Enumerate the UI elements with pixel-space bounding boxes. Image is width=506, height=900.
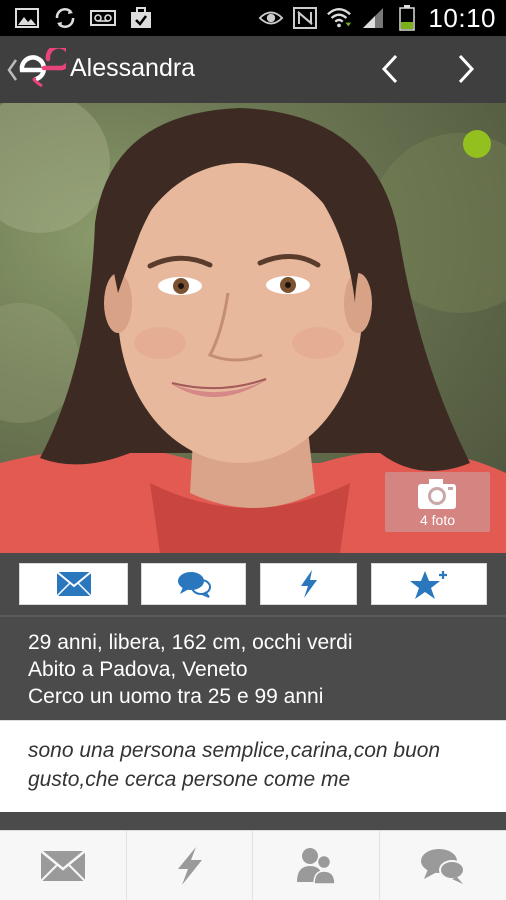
envelope-icon	[39, 850, 86, 882]
chevron-left-icon	[381, 54, 398, 84]
page-title: Alessandra	[70, 54, 196, 82]
online-status-indicator	[463, 130, 491, 158]
chevron-right-icon	[458, 54, 475, 84]
signal-icon	[360, 5, 386, 31]
sync-icon	[52, 5, 78, 31]
users-icon	[296, 848, 336, 885]
image-icon	[14, 5, 40, 31]
action-bar: Alessandra	[0, 36, 506, 103]
eye-icon	[258, 5, 284, 31]
photo-count-label: 4 foto	[419, 512, 456, 528]
chat-bubbles-icon	[177, 572, 211, 598]
section-divider	[0, 812, 506, 832]
camera-icon	[417, 478, 457, 510]
lightning-icon	[178, 847, 203, 885]
profile-location: Abito a Padova, Veneto	[28, 658, 248, 681]
chat-button[interactable]	[141, 563, 246, 605]
next-profile-button[interactable]	[448, 50, 484, 88]
chat-bubbles-icon	[420, 849, 465, 884]
status-bar: 10:10	[0, 0, 506, 36]
nfc-icon	[292, 5, 318, 31]
profile-photo[interactable]: 4 foto	[0, 103, 506, 553]
message-button[interactable]	[19, 563, 128, 605]
tab-contacts[interactable]	[253, 831, 380, 900]
back-icon[interactable]	[5, 56, 19, 84]
status-time: 10:10	[428, 2, 496, 33]
profile-bio: sono una persona semplice,carina,con buo…	[0, 720, 506, 812]
star-plus-icon	[410, 571, 447, 599]
profile-seeking: Cerco un uomo tra 25 e 99 anni	[28, 685, 324, 708]
app-logo[interactable]	[18, 44, 73, 90]
action-buttons	[0, 553, 506, 615]
bottom-navigation	[0, 830, 506, 900]
envelope-icon	[55, 571, 92, 597]
bio-text: sono una persona semplice,carina,con buo…	[28, 739, 441, 791]
tab-chat[interactable]	[380, 831, 506, 900]
profile-summary: 29 anni, libera, 162 cm, occhi verdi	[28, 631, 353, 654]
photo-gallery-button[interactable]: 4 foto	[385, 472, 490, 532]
tab-flash[interactable]	[127, 831, 253, 900]
flash-button[interactable]	[260, 563, 357, 605]
previous-profile-button[interactable]	[372, 50, 408, 88]
voicemail-icon	[90, 5, 116, 31]
profile-details: 29 anni, libera, 162 cm, occhi verdi Abi…	[0, 615, 506, 720]
favorite-button[interactable]	[371, 563, 487, 605]
lightning-icon	[300, 570, 317, 598]
wifi-icon	[326, 5, 352, 31]
battery-icon	[394, 5, 420, 31]
briefcase-icon	[128, 5, 154, 31]
tab-messages[interactable]	[0, 831, 127, 900]
